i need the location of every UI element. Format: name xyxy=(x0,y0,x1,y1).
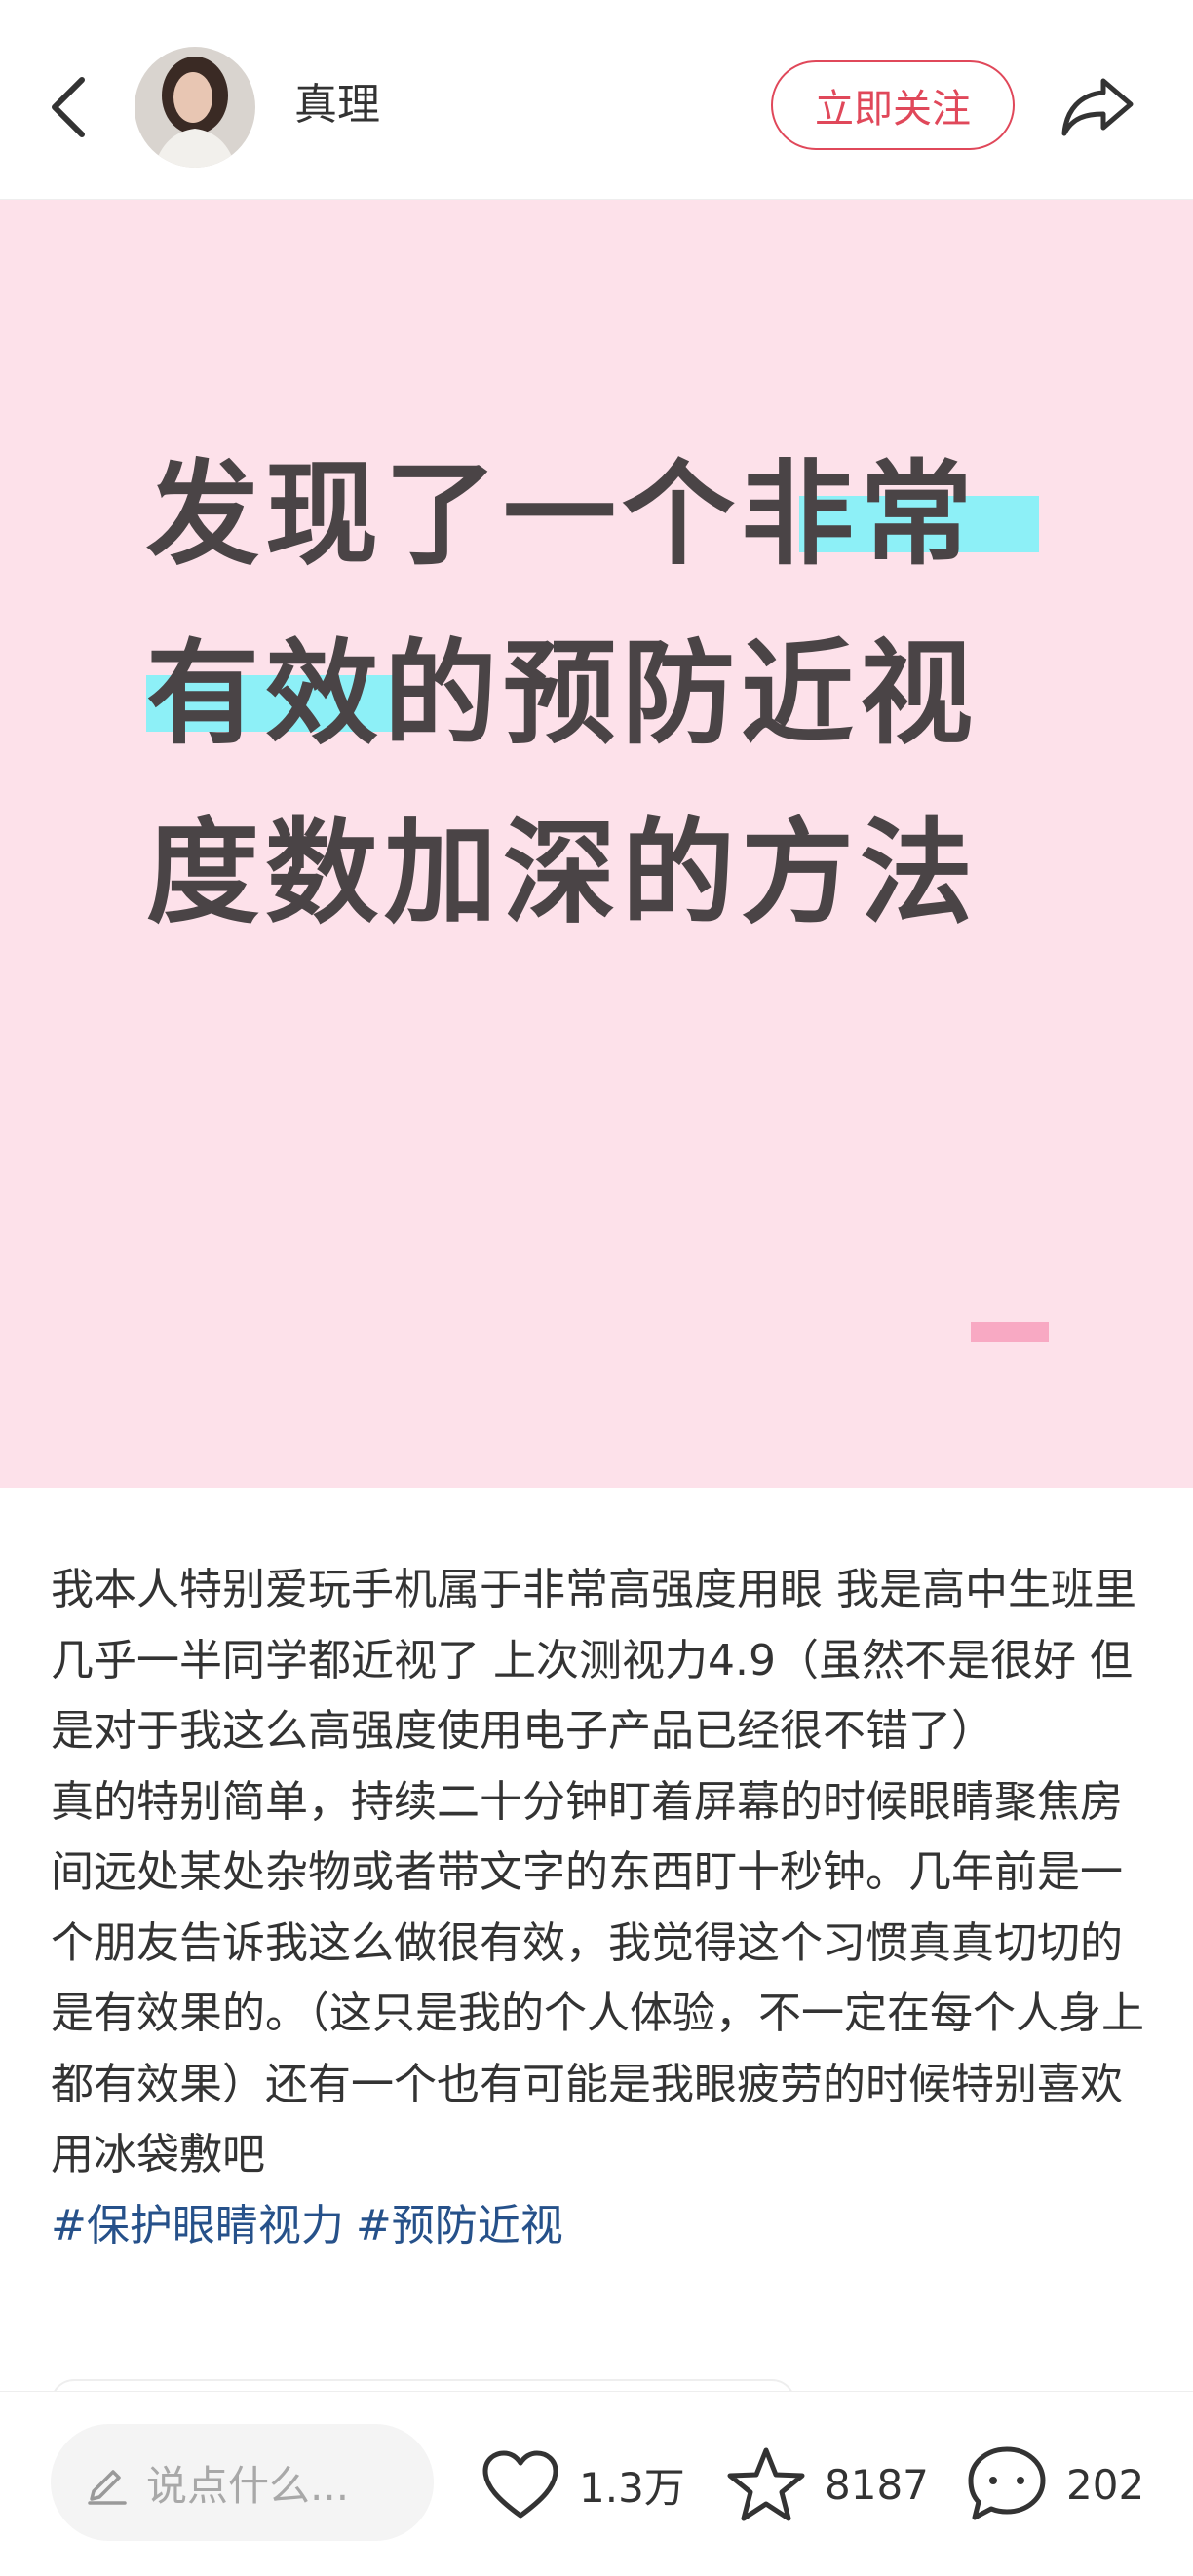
favorite-button[interactable]: 8187 xyxy=(725,2431,929,2538)
bottom-action-bar: 说点什么... 1.3万 8187 202 xyxy=(0,2391,1193,2576)
favorite-count: 8187 xyxy=(825,2460,929,2509)
hashtag-link[interactable]: #保护眼睛视力 xyxy=(51,2201,344,2251)
post-paragraph: 真的特别简单，持续二十分钟盯着屏幕的时候眼睛聚焦房间远处某处杂物或者带文字的东西… xyxy=(51,1776,1144,2180)
image-page-indicator xyxy=(971,1322,1049,1342)
share-icon xyxy=(1061,78,1134,136)
like-count: 1.3万 xyxy=(579,2463,685,2512)
back-arrow-icon xyxy=(52,77,85,137)
follow-button[interactable]: 立即关注 xyxy=(771,60,1015,150)
cover-title-line: 发现了一个非常 xyxy=(146,449,979,581)
comment-bubble-icon xyxy=(968,2446,1046,2520)
star-icon xyxy=(727,2447,805,2521)
share-button[interactable] xyxy=(1056,64,1139,148)
heart-icon xyxy=(482,2450,558,2519)
back-button[interactable] xyxy=(39,68,97,146)
cover-title-line: 度数加深的方法 xyxy=(146,808,979,939)
comment-count: 202 xyxy=(1066,2460,1145,2509)
post-paragraph: 我本人特别爱玩手机属于非常高强度用眼 我是高中生班里几乎一半同学都近视了 上次测… xyxy=(51,1565,1136,1756)
post-cover-image[interactable]: 发现了一个非常 有效的预防近视 度数加深的方法 xyxy=(0,200,1193,1488)
pencil-icon xyxy=(88,2470,127,2505)
avatar[interactable] xyxy=(135,47,255,168)
like-button[interactable]: 1.3万 xyxy=(480,2431,685,2538)
cover-title-line: 有效的预防近视 xyxy=(146,628,979,760)
comment-placeholder: 说点什么... xyxy=(146,2461,350,2510)
top-nav-bar: 真理 立即关注 xyxy=(0,0,1193,200)
author-name[interactable]: 真理 xyxy=(294,76,380,134)
tag-list: #保护眼睛视力 #预防近视 xyxy=(51,2191,1152,2262)
comment-input[interactable]: 说点什么... xyxy=(51,2424,434,2541)
cover-title: 发现了一个非常 有效的预防近视 度数加深的方法 xyxy=(146,426,1072,964)
post-content: 我本人特别爱玩手机属于非常高强度用眼 我是高中生班里几乎一半同学都近视了 上次测… xyxy=(51,1555,1152,2261)
hashtag-link[interactable]: #预防近视 xyxy=(356,2201,563,2251)
comment-button[interactable]: 202 xyxy=(965,2431,1144,2538)
